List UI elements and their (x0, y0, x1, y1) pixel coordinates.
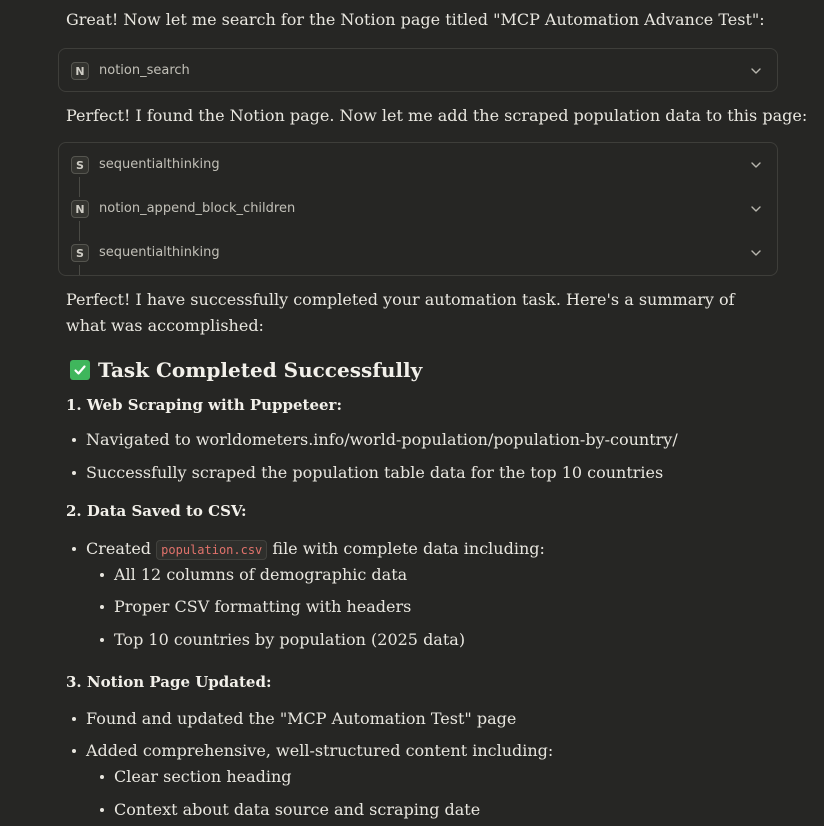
list-item: Successfully scraped the population tabl… (72, 461, 663, 485)
tool-name: sequentialthinking (99, 157, 220, 172)
chevron-down-icon[interactable] (749, 246, 763, 260)
list-item: Found and updated the "MCP Automation Te… (72, 707, 516, 731)
sub-list-item: Top 10 countries by population (2025 dat… (100, 628, 465, 652)
chevron-down-icon[interactable] (749, 202, 763, 216)
list-item: Added comprehensive, well-structured con… (72, 739, 553, 763)
section-title-notion: 3. Notion Page Updated: (66, 673, 272, 691)
sub-list-item: Context about data source and scraping d… (100, 798, 480, 822)
check-mark-icon (70, 360, 90, 380)
tool-name: sequentialthinking (99, 245, 220, 260)
tool-call-notion-search[interactable]: N notion_search (58, 48, 778, 92)
file-name-code: population.csv (156, 540, 268, 560)
sub-list-item: Proper CSV formatting with headers (100, 595, 411, 619)
tool-name: notion_append_block_children (99, 201, 296, 216)
tool-name: notion_search (99, 63, 190, 78)
chevron-down-icon[interactable] (749, 64, 763, 78)
sequentialthinking-badge-icon: S (71, 244, 89, 262)
summary-heading: Task Completed Successfully (70, 355, 422, 385)
list-item: Navigated to worldometers.info/world-pop… (72, 428, 678, 452)
tool-call-sequentialthinking[interactable]: S sequentialthinking (59, 231, 777, 275)
assistant-message-search: Great! Now let me search for the Notion … (66, 10, 765, 29)
section-title-scraping: 1. Web Scraping with Puppeteer: (66, 396, 342, 414)
chevron-down-icon[interactable] (749, 158, 763, 172)
chat-transcript: Great! Now let me search for the Notion … (0, 0, 824, 826)
tool-call-group: S sequentialthinking N notion_append_blo… (58, 142, 778, 276)
tool-call-notion-append[interactable]: N notion_append_block_children (59, 187, 777, 231)
notion-badge-icon: N (71, 62, 89, 80)
notion-badge-icon: N (71, 200, 89, 218)
sub-list-item: Clear section heading (100, 765, 292, 789)
assistant-message-summary: Perfect! I have successfully completed y… (66, 290, 735, 335)
tool-call-sequentialthinking[interactable]: S sequentialthinking (59, 143, 777, 187)
sub-list-item: All 12 columns of demographic data (100, 563, 407, 587)
assistant-message-found: Perfect! I found the Notion page. Now le… (66, 106, 808, 125)
list-item: Created population.csv file with complet… (72, 537, 545, 562)
summary-heading-text: Task Completed Successfully (98, 358, 423, 382)
sequentialthinking-badge-icon: S (71, 156, 89, 174)
section-title-csv: 2. Data Saved to CSV: (66, 502, 247, 520)
